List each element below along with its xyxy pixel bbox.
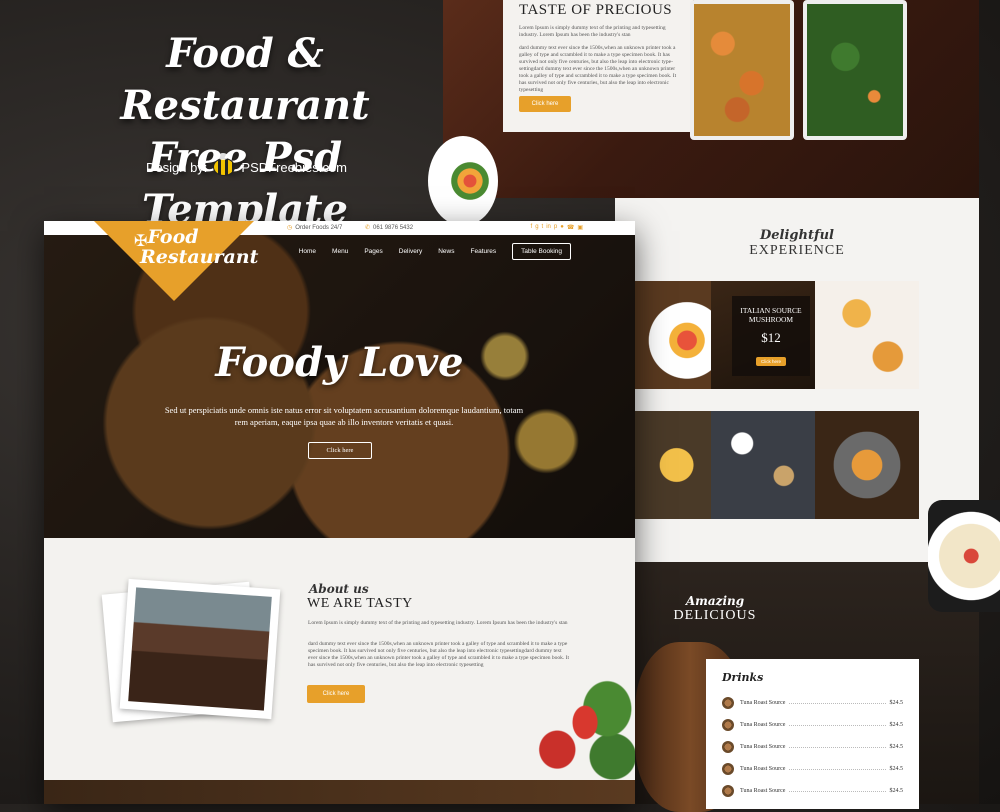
taste-text-1: Lorem Ipsum is simply dummy text of the … xyxy=(519,25,666,38)
drink-thumb-icon xyxy=(722,741,734,753)
drink-name: Tuna Roast Source xyxy=(740,700,786,706)
pinterest-icon[interactable]: p xyxy=(554,224,557,231)
drink-price: $24.5 xyxy=(889,700,904,706)
logo[interactable]: Food Restaurant xyxy=(140,226,259,268)
phone-info: ✆ 061 9876 5432 xyxy=(365,224,414,232)
drink-price: $24.5 xyxy=(889,788,904,794)
order-text: Order Foods 24/7 xyxy=(295,224,343,231)
credit-label: Design by: xyxy=(146,159,208,175)
table-booking-button[interactable]: Table Booking xyxy=(512,243,571,260)
special-price: $12 xyxy=(761,330,781,345)
hero-click-button[interactable]: Click here xyxy=(308,442,372,459)
about-click-button[interactable]: Click here xyxy=(307,685,365,703)
delicious-section: Amazing DELICIOUS Drinks Tuna Roast Sour… xyxy=(615,562,979,812)
delicious-title: DELICIOUS xyxy=(673,608,757,623)
dish-tile-5[interactable] xyxy=(711,411,815,519)
special-click-button[interactable]: Click here xyxy=(756,357,786,366)
drink-row[interactable]: Tuna Roast Source $24.5 xyxy=(722,736,903,758)
drinks-title: Drinks xyxy=(722,671,764,684)
delicious-script: Amazing xyxy=(685,594,745,608)
drink-thumb-icon xyxy=(722,719,734,731)
hero-title: Foody Love xyxy=(215,339,464,386)
bee-logo-icon xyxy=(213,153,236,176)
drink-thumb-icon xyxy=(722,763,734,775)
front-page: ◷ Order Foods 24/7 ✆ 061 9876 5432 f g t… xyxy=(44,221,635,804)
drink-price: $24.5 xyxy=(889,722,904,728)
drink-price: $24.5 xyxy=(889,766,904,772)
nav-delivery[interactable]: Delivery xyxy=(399,248,422,255)
drink-name: Tuna Roast Source xyxy=(740,744,786,750)
taste-text-2: dard dummy text ever since the 1500s,whe… xyxy=(519,45,677,93)
about-text-2: dard dummy text ever since the 1500s,whe… xyxy=(308,641,570,668)
drink-row[interactable]: Tuna Roast Source $24.5 xyxy=(722,692,903,714)
front-page-footer-strip xyxy=(44,780,635,804)
drinks-menu: Drinks Tuna Roast Source $24.5 Tuna Roas… xyxy=(706,659,919,809)
linkedin-icon[interactable]: in xyxy=(546,224,551,231)
nav-news[interactable]: News xyxy=(438,248,454,255)
drink-row[interactable]: Tuna Roast Source $24.5 xyxy=(722,780,903,802)
phone-icon: ✆ xyxy=(365,225,371,231)
promo-title: Food & Restaurant Free Psd Template xyxy=(55,28,435,236)
about-text-1: Lorem Ipsum is simply dummy text of the … xyxy=(308,620,568,626)
drink-thumb-icon xyxy=(722,785,734,797)
dish-tile-6[interactable] xyxy=(815,411,919,519)
drink-name: Tuna Roast Source xyxy=(740,722,786,728)
food-box-roast-image xyxy=(690,0,794,140)
credit-brand[interactable]: PSDFreebies.com xyxy=(241,160,346,175)
drink-thumb-icon xyxy=(722,697,734,709)
experience-title: EXPERIENCE xyxy=(749,243,845,258)
about-title: WE ARE TASTY xyxy=(307,596,413,611)
logo-sub: Restaurant xyxy=(140,246,259,268)
experience-script: Delightful xyxy=(760,228,834,243)
restaurant-photo xyxy=(119,578,281,720)
google-plus-icon[interactable]: g xyxy=(535,224,538,231)
promo-credit: Design by: PSDFreebies.com xyxy=(146,153,347,176)
nav-features[interactable]: Features xyxy=(471,248,497,255)
nav-pages[interactable]: Pages xyxy=(364,248,382,255)
drink-name: Tuna Roast Source xyxy=(740,766,786,772)
taste-card: TASTE OF PRECIOUS Lorem Ipsum is simply … xyxy=(503,0,693,132)
instagram-icon[interactable]: ▣ xyxy=(577,224,583,231)
facebook-icon[interactable]: f xyxy=(531,224,533,231)
hero-text: Sed ut perspiciatis unde omnis iste natu… xyxy=(164,405,524,427)
dish-tile-3[interactable] xyxy=(815,281,919,389)
taste-title: TASTE OF PRECIOUS xyxy=(519,2,673,18)
order-info: ◷ Order Foods 24/7 xyxy=(287,224,343,232)
salad-plate-image xyxy=(428,136,498,226)
drink-row[interactable]: Tuna Roast Source $24.5 xyxy=(722,758,903,780)
promo-title-line1: Food & Restaurant xyxy=(120,30,370,129)
social-links: f g t in p ● ☎ ▣ xyxy=(531,224,583,231)
clock-icon: ◷ xyxy=(287,225,293,231)
main-nav: Home Menu Pages Delivery News Features T… xyxy=(299,243,571,260)
whatsapp-icon[interactable]: ☎ xyxy=(567,224,574,231)
nav-home[interactable]: Home xyxy=(299,248,316,255)
flickr-icon[interactable]: ● xyxy=(560,224,564,231)
twitter-icon[interactable]: t xyxy=(542,224,544,231)
drink-row[interactable]: Tuna Roast Source $24.5 xyxy=(722,714,903,736)
experience-section: Delightful EXPERIENCE ITALIAN SOURCE MUS… xyxy=(615,198,979,562)
special-offer-box: ITALIAN SOURCE MUSHROOM $12 Click here xyxy=(732,296,810,376)
nav-menu[interactable]: Menu xyxy=(332,248,348,255)
back-page-top: TASTE OF PRECIOUS Lorem Ipsum is simply … xyxy=(443,0,979,198)
about-section: About us WE ARE TASTY Lorem Ipsum is sim… xyxy=(44,538,635,804)
special-name: ITALIAN SOURCE MUSHROOM xyxy=(740,306,802,324)
taste-click-button[interactable]: Click here xyxy=(519,96,571,112)
drink-price: $24.5 xyxy=(889,744,904,750)
logo-name: Food xyxy=(147,226,199,248)
phone-text: 061 9876 5432 xyxy=(373,224,414,231)
about-script: About us xyxy=(309,582,369,596)
spaghetti-plate-image xyxy=(928,500,1000,612)
food-box-greens-image xyxy=(803,0,907,140)
drink-name: Tuna Roast Source xyxy=(740,788,786,794)
